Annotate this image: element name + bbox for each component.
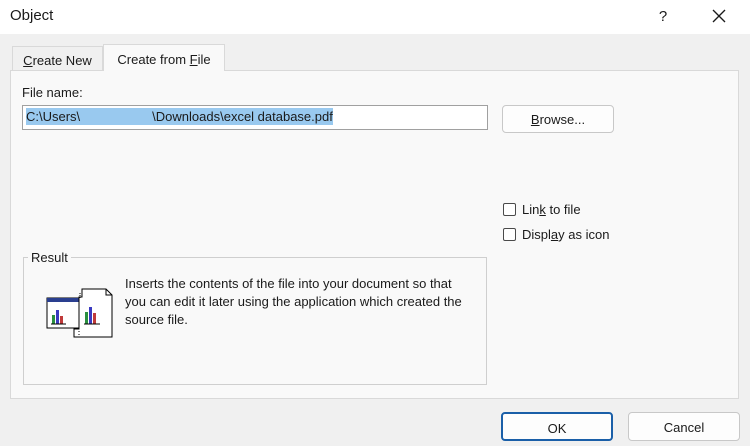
display-as-icon-label: Display as icon xyxy=(522,227,610,242)
title-bar: Object ? xyxy=(0,0,750,34)
file-name-input[interactable]: C:\Users\ \Downloads\excel database.pdf xyxy=(22,105,488,130)
dialog-title: Object xyxy=(10,7,54,24)
embedded-document-icon xyxy=(46,288,113,338)
tab-create-from-file[interactable]: Create from File xyxy=(103,44,225,71)
help-button[interactable]: ? xyxy=(646,0,680,32)
tab-create-new[interactable]: Create New xyxy=(12,46,103,71)
display-as-icon-checkbox[interactable] xyxy=(503,228,516,241)
close-icon xyxy=(712,9,726,23)
cancel-button[interactable]: Cancel xyxy=(628,412,740,441)
file-name-label: File name: xyxy=(22,85,83,100)
display-as-icon-option[interactable]: Display as icon xyxy=(503,227,609,242)
selected-path: C:\Users\ \Downloads\excel database.pdf xyxy=(26,108,333,125)
link-to-file-checkbox[interactable] xyxy=(503,203,516,216)
ok-button[interactable]: OK xyxy=(501,412,613,441)
browse-button[interactable]: Browse... xyxy=(502,105,614,133)
link-to-file-option[interactable]: Link to file xyxy=(503,202,581,217)
result-description: Inserts the contents of the file into yo… xyxy=(125,276,462,327)
link-to-file-label: Link to file xyxy=(522,202,581,217)
result-legend: Result xyxy=(28,250,71,265)
close-button[interactable] xyxy=(702,0,736,32)
